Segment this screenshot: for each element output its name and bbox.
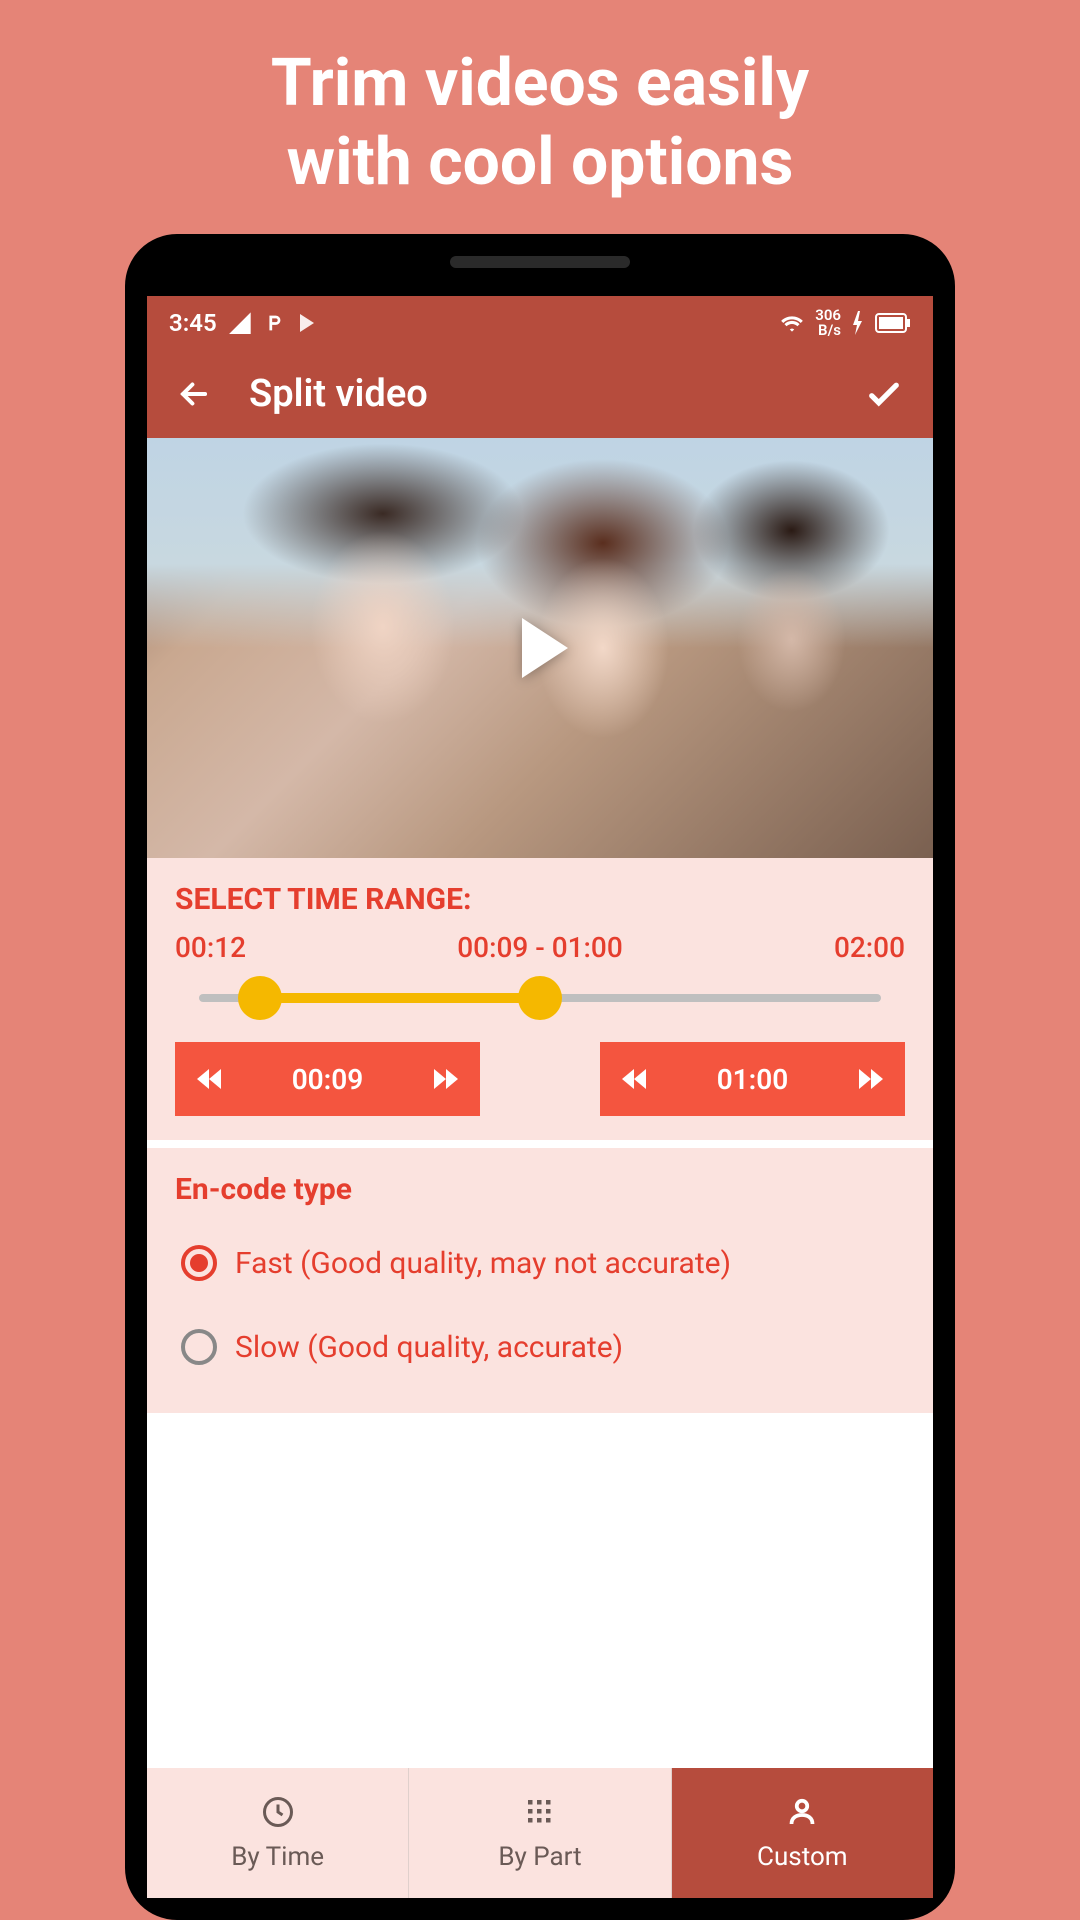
back-arrow-icon[interactable] bbox=[175, 375, 213, 413]
net-unit: B/s bbox=[815, 323, 841, 338]
encode-slow-label: Slow (Good quality, accurate) bbox=[235, 1330, 623, 1365]
forward-icon[interactable] bbox=[855, 1067, 885, 1091]
tab-by-part[interactable]: By Part bbox=[409, 1768, 671, 1898]
rewind-icon[interactable] bbox=[195, 1067, 225, 1091]
status-left: 3:45 bbox=[169, 309, 321, 337]
encode-option-slow[interactable]: Slow (Good quality, accurate) bbox=[175, 1305, 905, 1389]
person-icon bbox=[784, 1794, 820, 1830]
encode-title: En-code type bbox=[175, 1172, 905, 1207]
screen: 3:45 306 B/s Split video bbox=[147, 296, 933, 1898]
play-store-icon bbox=[297, 311, 321, 335]
bottom-tabs: By Time By Part Custom bbox=[147, 1768, 933, 1898]
status-time: 3:45 bbox=[169, 309, 217, 337]
tab-custom-label: Custom bbox=[757, 1842, 848, 1872]
promo-line-1: Trim videos easily bbox=[271, 45, 809, 122]
promo-title: Trim videos easily with cool options bbox=[271, 44, 809, 202]
charging-icon bbox=[851, 311, 865, 335]
radio-checked-icon bbox=[181, 1245, 217, 1281]
time-mid-label: 00:09 - 01:00 bbox=[457, 931, 623, 964]
video-preview[interactable] bbox=[147, 438, 933, 858]
time-controls: 00:09 01:00 bbox=[175, 1042, 905, 1116]
device-frame: 3:45 306 B/s Split video bbox=[125, 234, 955, 1920]
device-speaker bbox=[450, 256, 630, 268]
net-speed: 306 B/s bbox=[815, 308, 841, 338]
tab-by-time[interactable]: By Time bbox=[147, 1768, 409, 1898]
content-area: SELECT TIME RANGE: 00:12 00:09 - 01:00 0… bbox=[147, 858, 933, 1898]
play-icon[interactable] bbox=[522, 618, 568, 678]
p-icon bbox=[263, 312, 285, 334]
rewind-icon[interactable] bbox=[620, 1067, 650, 1091]
time-labels: 00:12 00:09 - 01:00 02:00 bbox=[175, 931, 905, 964]
signal-icon bbox=[229, 312, 251, 334]
confirm-check-icon[interactable] bbox=[863, 373, 905, 415]
start-time-value: 00:09 bbox=[225, 1063, 430, 1096]
start-time-control: 00:09 bbox=[175, 1042, 480, 1116]
encode-option-fast[interactable]: Fast (Good quality, may not accurate) bbox=[175, 1221, 905, 1305]
promo-line-2: with cool options bbox=[287, 124, 794, 201]
time-range-panel: SELECT TIME RANGE: 00:12 00:09 - 01:00 0… bbox=[147, 858, 933, 1140]
time-start-label: 00:12 bbox=[175, 931, 246, 964]
tab-by-part-label: By Part bbox=[498, 1842, 581, 1872]
range-slider[interactable] bbox=[199, 976, 881, 1020]
end-time-value: 01:00 bbox=[650, 1063, 855, 1096]
app-title: Split video bbox=[249, 372, 428, 416]
wifi-icon bbox=[779, 310, 805, 336]
forward-icon[interactable] bbox=[430, 1067, 460, 1091]
radio-unchecked-icon bbox=[181, 1329, 217, 1365]
grid-icon bbox=[522, 1794, 558, 1830]
slider-fill bbox=[260, 993, 540, 1003]
status-right: 306 B/s bbox=[779, 308, 911, 338]
time-range-title: SELECT TIME RANGE: bbox=[175, 882, 905, 917]
tab-custom[interactable]: Custom bbox=[672, 1768, 933, 1898]
slider-handle-start[interactable] bbox=[238, 976, 282, 1020]
end-time-control: 01:00 bbox=[600, 1042, 905, 1116]
battery-icon bbox=[875, 313, 911, 333]
tab-by-time-label: By Time bbox=[231, 1842, 324, 1872]
encode-panel: En-code type Fast (Good quality, may not… bbox=[147, 1148, 933, 1413]
clock-icon bbox=[260, 1794, 296, 1830]
time-end-label: 02:00 bbox=[834, 931, 905, 964]
encode-fast-label: Fast (Good quality, may not accurate) bbox=[235, 1246, 731, 1281]
app-bar: Split video bbox=[147, 350, 933, 438]
status-bar: 3:45 306 B/s bbox=[147, 296, 933, 350]
slider-handle-end[interactable] bbox=[518, 976, 562, 1020]
